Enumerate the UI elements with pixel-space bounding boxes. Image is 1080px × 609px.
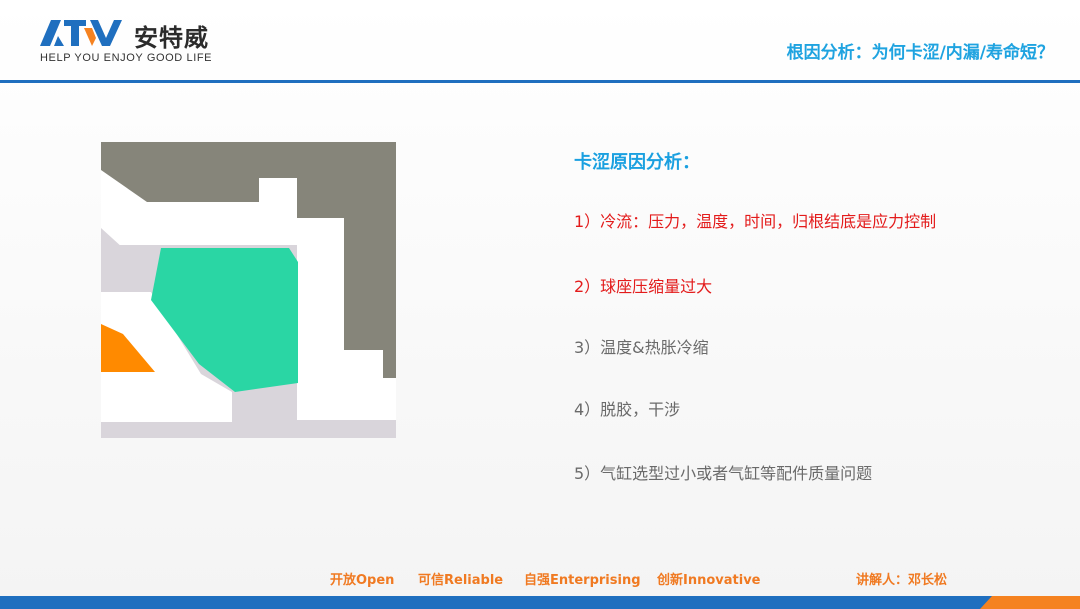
footer-speaker: 讲解人：邓长松 xyxy=(856,573,948,588)
footer-accent-stripe xyxy=(980,596,1080,609)
footer-values: 开放Open 可信Reliable 自强Enterprising 创新Innov… xyxy=(0,569,1080,588)
footer-value-open: 开放Open xyxy=(330,573,395,588)
cause-item-3: 3）温度&热胀冷缩 xyxy=(574,338,709,357)
cause-item-5: 5）气缸选型过小或者气缸等配件质量问题 xyxy=(574,464,873,483)
footer-bar xyxy=(0,596,1080,609)
header-divider xyxy=(0,80,1080,83)
diagram-bottom-right-channel xyxy=(297,350,396,420)
valve-seat-cross-section-diagram xyxy=(101,142,396,438)
company-name-cn: 安特威 xyxy=(134,24,209,52)
footer-value-innovative: 创新Innovative xyxy=(657,573,761,588)
company-logo: 安特威 HELP YOU ENJOY GOOD LIFE xyxy=(40,16,240,68)
footer-value-reliable: 可信Reliable xyxy=(418,573,504,588)
atv-logo-icon xyxy=(40,20,122,46)
cause-item-1: 1）冷流：压力，温度，时间，归根结底是应力控制 xyxy=(574,212,937,231)
slide-title: 根因分析：为何卡涩/内漏/寿命短？ xyxy=(786,43,1054,63)
cause-item-2: 2）球座压缩量过大 xyxy=(574,277,713,296)
slide-header: 安特威 HELP YOU ENJOY GOOD LIFE 根因分析：为何卡涩/内… xyxy=(0,0,1080,84)
analysis-heading: 卡涩原因分析： xyxy=(574,152,700,173)
footer-value-enterprising: 自强Enterprising xyxy=(524,573,641,588)
cause-item-4: 4）脱胶，干涉 xyxy=(574,400,681,419)
company-tagline: HELP YOU ENJOY GOOD LIFE xyxy=(40,52,213,64)
